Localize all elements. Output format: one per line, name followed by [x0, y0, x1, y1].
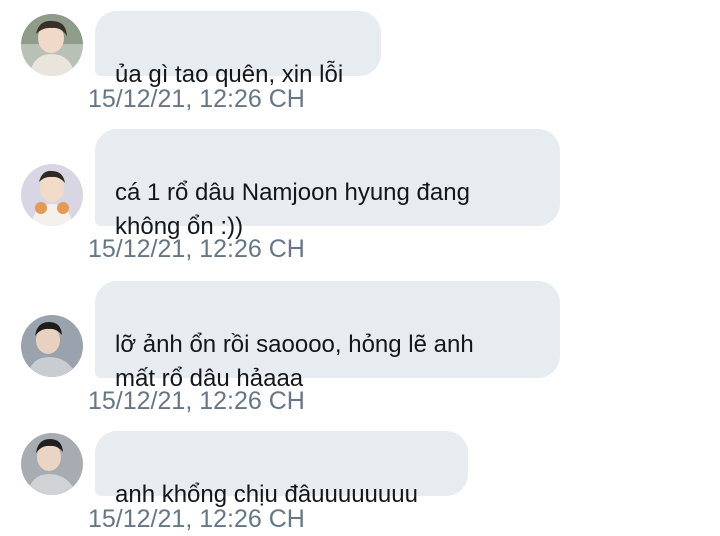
message-bubble[interactable]: anh khổng chịu đâuuuuuuuu: [95, 431, 468, 508]
avatar-photo: [21, 433, 83, 495]
sender-avatar[interactable]: [21, 433, 83, 495]
message-bubble[interactable]: lỡ ảnh ổn rồi saoooo, hỏng lẽ anh mất rổ…: [95, 281, 560, 392]
message-text: cá 1 rổ dâu Namjoon hyung đang không ổn …: [115, 179, 470, 240]
message-timestamp: 15/12/21, 12:26 CH: [88, 387, 305, 415]
message-text: lỡ ảnh ổn rồi saoooo, hỏng lẽ anh mất rổ…: [115, 331, 474, 392]
sender-avatar[interactable]: [21, 164, 83, 226]
avatar-photo: [21, 14, 83, 76]
sender-avatar[interactable]: [21, 14, 83, 76]
message-timestamp: 15/12/21, 12:26 CH: [88, 85, 305, 113]
avatar-photo: [21, 315, 83, 377]
sender-avatar[interactable]: [21, 315, 83, 377]
avatar-photo: [21, 164, 83, 226]
message-timestamp: 15/12/21, 12:26 CH: [88, 235, 305, 263]
message-timestamp: 15/12/21, 12:26 CH: [88, 505, 305, 533]
message-bubble[interactable]: ủa gì tao quên, xin lỗi: [95, 11, 381, 88]
message-bubble[interactable]: cá 1 rổ dâu Namjoon hyung đang không ổn …: [95, 129, 560, 240]
